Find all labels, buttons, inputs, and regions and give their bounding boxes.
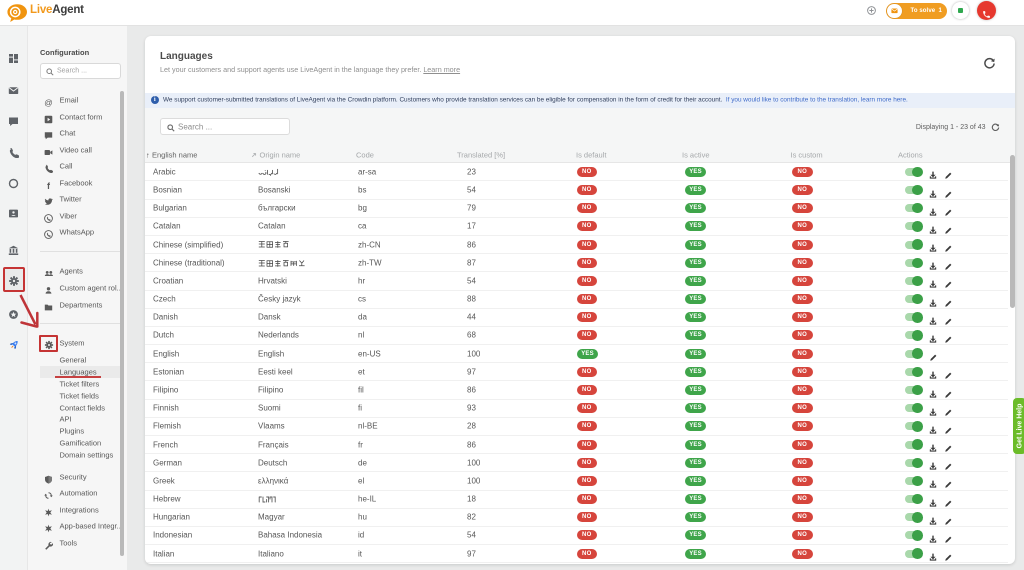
svg-text:@: @ — [44, 98, 53, 107]
svg-text:f: f — [47, 181, 51, 190]
